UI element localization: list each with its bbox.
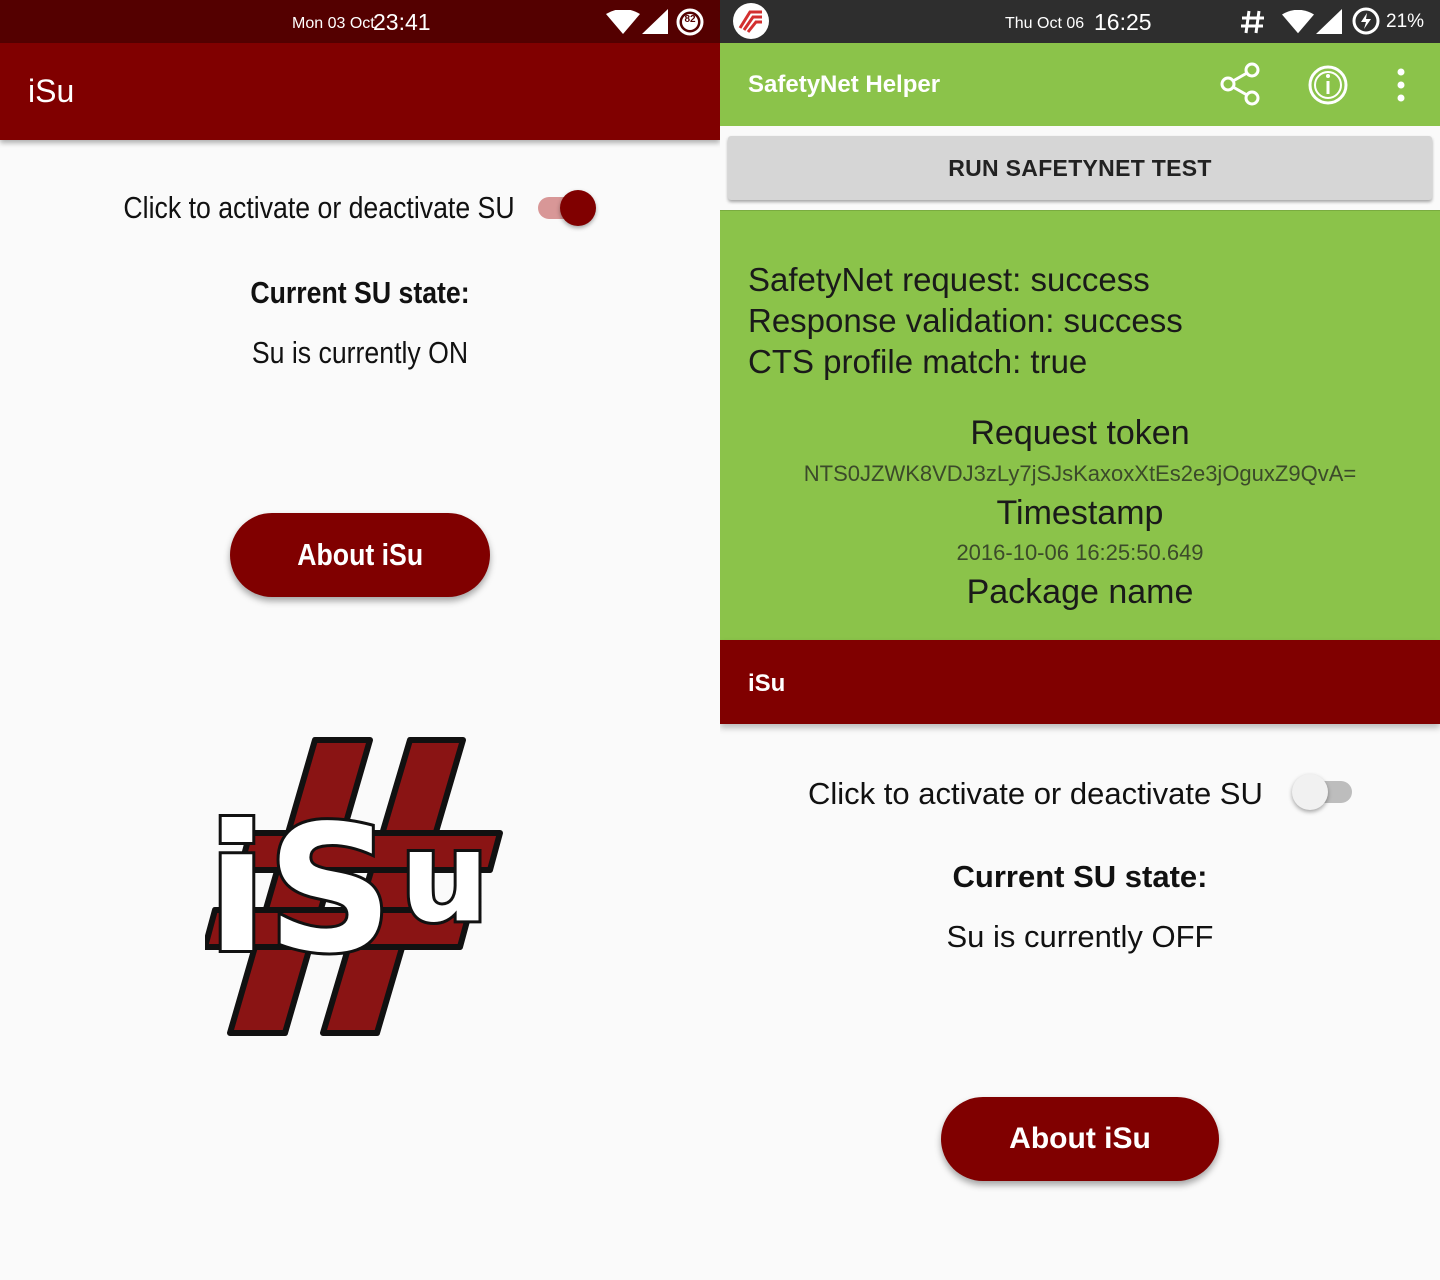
state-heading: Current SU state: (952, 859, 1208, 894)
status-bar: Thu Oct 06 16:25 21% (720, 0, 1440, 43)
svg-text:iS: iS (207, 789, 393, 992)
request-token-value: NTS0JZWK8VDJ3zLy7jSJsKaxoxXtEs2e3jOguxZ9… (803, 461, 1357, 486)
cell-signal-icon (642, 9, 668, 34)
share-icon[interactable] (1218, 61, 1264, 107)
overflow-menu-icon[interactable] (1392, 67, 1410, 103)
wifi-icon (1282, 10, 1314, 34)
result-request: SafetyNet request: success (748, 261, 1150, 298)
isu-app-bar: iSu (720, 640, 1440, 724)
svg-text:u: u (400, 805, 489, 950)
status-time: 23:41 (373, 9, 431, 35)
request-token-heading: Request token (970, 414, 1190, 452)
safetynet-result-panel: SafetyNet request: success Response vali… (720, 210, 1440, 640)
run-safetynet-test-button[interactable]: RUN SAFETYNET TEST (728, 136, 1432, 200)
result-validation: Response validation: success (748, 302, 1183, 339)
result-cts-match: CTS profile match: true (748, 343, 1088, 380)
app-title: iSu (28, 73, 75, 109)
isu-logo-text: iSu (205, 735, 207, 736)
info-icon[interactable] (1307, 64, 1349, 106)
timestamp-value: 2016-10-06 16:25:50.649 (956, 540, 1204, 565)
battery-percent: 21% (1386, 11, 1425, 32)
flash-app-icon (733, 3, 769, 39)
safetynet-app-bar: SafetyNet Helper (720, 43, 1440, 126)
su-toggle-switch[interactable] (538, 190, 600, 228)
state-value: Su is currently ON (251, 335, 469, 370)
app-title: SafetyNet Helper (748, 71, 941, 98)
switch-thumb (560, 190, 596, 226)
hash-icon (1241, 10, 1264, 34)
status-time: 16:25 (1094, 9, 1152, 35)
toggle-label: Click to activate or deactivate SU (123, 190, 515, 225)
switch-thumb (1292, 774, 1328, 810)
state-heading: Current SU state: (250, 275, 470, 310)
package-name-heading: Package name (966, 573, 1194, 611)
toggle-label: Click to activate or deactivate SU (808, 776, 1263, 811)
isu-app-title: iSu (748, 670, 786, 697)
status-date: Thu Oct 06 (1005, 15, 1085, 32)
wifi-icon (606, 10, 640, 34)
about-isu-button[interactable]: About iSu (230, 513, 490, 597)
status-bar: Mon 03 Oct 23:41 82 (0, 0, 720, 43)
safetynet-screen: Thu Oct 06 16:25 21% SafetyNet Helper RU… (720, 0, 1440, 1280)
isu-logo: iS u iSu (205, 735, 503, 1036)
about-button-label: About iSu (297, 537, 423, 572)
battery-icon (1352, 7, 1380, 35)
cell-signal-icon (1316, 9, 1342, 34)
app-bar: iSu (0, 43, 720, 140)
status-date: Mon 03 Oct (292, 15, 375, 32)
battery-level: 82 (684, 14, 696, 25)
state-value: Su is currently OFF (946, 919, 1214, 954)
timestamp-heading: Timestamp (996, 494, 1164, 532)
su-toggle-switch[interactable] (1290, 772, 1356, 812)
about-isu-button[interactable]: About iSu (941, 1097, 1219, 1181)
isu-screen-on: Mon 03 Oct 23:41 82 iSu Click to activat… (0, 0, 720, 1280)
